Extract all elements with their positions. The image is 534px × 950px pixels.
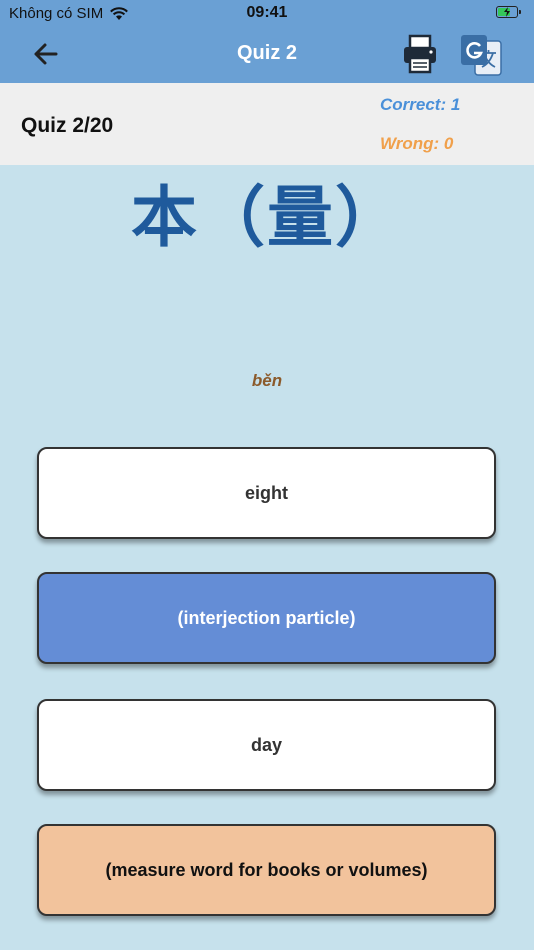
quiz-progress: Quiz 2/20 xyxy=(21,114,114,137)
nav-bar: Không có SIM 09:41 Quiz 2 xyxy=(0,0,534,83)
answer-option-4[interactable]: (measure word for books or volumes) xyxy=(37,824,496,916)
correct-count: Correct: 1 xyxy=(380,95,461,114)
quiz-header: Quiz 2/20 Correct: 1 Wrong: 0 xyxy=(0,83,534,165)
battery-icon xyxy=(496,6,521,18)
printer-icon xyxy=(404,34,436,74)
answer-option-2[interactable]: (interjection particle) xyxy=(37,572,496,664)
google-translate-icon xyxy=(461,35,502,76)
answer-option-label: (measure word for books or volumes) xyxy=(105,859,428,880)
pinyin-label: běn xyxy=(251,371,283,390)
answer-option-3[interactable]: day xyxy=(37,699,496,791)
answer-option-label: (interjection particle) xyxy=(177,607,356,628)
answer-option-label: day xyxy=(250,734,283,755)
answer-option-1[interactable]: eight xyxy=(37,447,496,539)
translate-button[interactable] xyxy=(459,33,503,77)
wrong-count: Wrong: 0 xyxy=(380,134,454,153)
answer-option-label: eight xyxy=(245,482,288,503)
page-title: Quiz 2 xyxy=(236,42,297,64)
question-character: 本（量） xyxy=(131,180,403,254)
print-button[interactable] xyxy=(400,34,440,74)
status-time: 09:41 xyxy=(246,4,288,21)
